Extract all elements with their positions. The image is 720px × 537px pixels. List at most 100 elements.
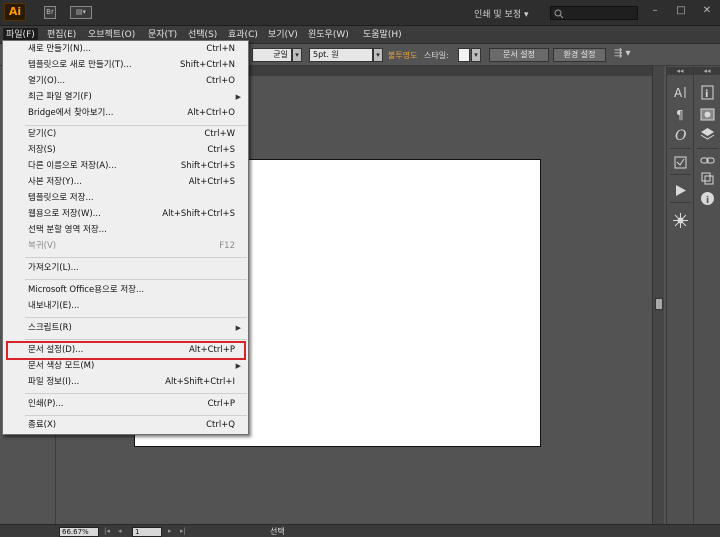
search-input[interactable] — [550, 6, 638, 20]
menu-window[interactable]: 윈도우(W) — [305, 28, 352, 42]
menu-item-save-for-office[interactable]: Microsoft Office용으로 저장... — [4, 283, 247, 298]
first-artboard-icon[interactable]: |◂ — [104, 527, 110, 535]
menu-item-scripts[interactable]: 스크립트(R) ▶ — [4, 321, 247, 336]
workspace-switcher[interactable]: 인쇄 및 보정 ▾ — [474, 7, 529, 20]
item-label: 저장(S) — [28, 145, 56, 155]
panel-dock-right: ◂◂ i i — [693, 66, 720, 524]
menu-item-document-color-mode[interactable]: 문서 색상 모드(M) ▶ — [4, 359, 247, 374]
symbols-icon[interactable] — [672, 212, 689, 229]
item-label: 다른 이름으로 저장(A)... — [28, 161, 117, 171]
document-setup-button[interactable]: 문서 설정 — [489, 48, 549, 62]
brush-select[interactable]: 5pt. 원 — [309, 48, 373, 62]
next-artboard-icon[interactable]: ▸ — [168, 527, 172, 535]
menu-item-print[interactable]: 인쇄(P)... Ctrl+P — [4, 397, 247, 412]
item-shortcut: Ctrl+N — [206, 44, 235, 54]
last-artboard-icon[interactable]: ▸| — [180, 527, 186, 535]
menu-separator — [25, 125, 247, 126]
status-bar: 66.67% |◂ ◂ 1 ▸ ▸| 선택 — [0, 524, 720, 537]
item-label: 복귀(V) — [28, 241, 57, 251]
menu-item-file-info[interactable]: 파일 정보(I)... Alt+Shift+Ctrl+I — [4, 375, 247, 390]
app-logo: Ai — [4, 3, 26, 21]
zoom-value: 66.67% — [62, 528, 89, 536]
stroke-profile-dropdown[interactable]: ▾ — [292, 48, 302, 62]
menu-item-save-for-web[interactable]: 웹용으로 저장(W)... Alt+Shift+Ctrl+S — [4, 207, 247, 222]
character-icon[interactable]: A — [672, 84, 689, 101]
item-label: 스크립트(R) — [28, 323, 72, 333]
item-shortcut: F12 — [219, 241, 235, 251]
menu-item-browse-bridge[interactable]: Bridge에서 찾아보기... Alt+Ctrl+O — [4, 106, 247, 121]
menu-item-revert: 복귀(V) F12 — [4, 239, 247, 254]
brush-dropdown[interactable]: ▾ — [373, 48, 383, 62]
artboard-number-field[interactable]: 1 — [132, 527, 162, 537]
item-label: Bridge에서 찾아보기... — [28, 108, 114, 118]
opacity-label[interactable]: 불투명도 — [388, 50, 417, 61]
stroke-profile-value: 균일 — [273, 50, 288, 59]
style-dropdown[interactable]: ▾ — [471, 48, 481, 62]
search-icon — [554, 9, 564, 19]
menu-item-open-recent[interactable]: 최근 파일 열기(F) ▶ — [4, 90, 247, 105]
item-shortcut: Ctrl+Q — [206, 420, 235, 430]
item-shortcut: Alt+Shift+Ctrl+I — [165, 377, 235, 387]
menu-item-export[interactable]: 내보내기(E)... — [4, 299, 247, 314]
vertical-scrollbar[interactable] — [652, 66, 664, 524]
arrange-documents-icon[interactable]: ▤▾ — [70, 6, 92, 19]
transform-icon[interactable] — [699, 170, 716, 187]
actions-icon[interactable] — [672, 182, 689, 199]
dock-collapse-icon[interactable]: ◂◂ — [667, 67, 693, 75]
image-trace-icon[interactable] — [699, 106, 716, 123]
highlight-annotation-box — [6, 341, 246, 360]
appearance-icon[interactable] — [672, 154, 689, 171]
item-shortcut: Alt+Ctrl+O — [187, 108, 235, 118]
minimize-button[interactable]: – — [648, 4, 662, 18]
info-icon[interactable]: i — [699, 84, 716, 101]
layers-icon[interactable] — [699, 126, 716, 143]
menu-item-save-selected-slices[interactable]: 선택 분할 영역 저장... — [4, 223, 247, 238]
style-swatch[interactable] — [458, 48, 470, 62]
preferences-button[interactable]: 환경 설정 — [553, 48, 606, 62]
menu-item-place[interactable]: 가져오기(L)... — [4, 261, 247, 276]
status-text[interactable]: 선택 — [270, 526, 285, 537]
menu-item-new[interactable]: 새로 만들기(N)... Ctrl+N — [4, 42, 247, 57]
menu-item-exit[interactable]: 종료(X) Ctrl+Q — [4, 418, 247, 433]
title-bar: Ai Br ▤▾ 인쇄 및 보정 ▾ – □ ✕ — [0, 0, 720, 26]
item-shortcut: Ctrl+S — [207, 145, 235, 155]
menu-item-close[interactable]: 닫기(C) Ctrl+W — [4, 127, 247, 142]
document-info-icon[interactable]: i — [699, 190, 716, 207]
arrange-icon[interactable]: ⇶ ▾ — [614, 48, 631, 59]
links-icon[interactable] — [699, 152, 716, 169]
illustrator-window: Ai Br ▤▾ 인쇄 및 보정 ▾ – □ ✕ 파일(F) 편집(E) 오브젝… — [0, 0, 720, 537]
menu-item-new-from-template[interactable]: 템플릿으로 새로 만들기(T)... Shift+Ctrl+N — [4, 58, 247, 73]
scroll-thumb[interactable] — [655, 298, 663, 310]
stroke-profile-select[interactable]: 균일 — [252, 48, 292, 62]
panel-dock-left: ◂◂ A ¶ O — [666, 66, 693, 524]
item-label: 가져오기(L)... — [28, 263, 79, 273]
bridge-icon[interactable]: Br — [44, 6, 56, 19]
workspace-label: 인쇄 및 보정 — [474, 10, 522, 20]
svg-text:i: i — [705, 89, 708, 100]
menu-item-open[interactable]: 열기(O)... Ctrl+O — [4, 74, 247, 89]
menu-item-save-copy[interactable]: 사본 저장(Y)... Alt+Ctrl+S — [4, 175, 247, 190]
opentype-icon[interactable]: O — [672, 126, 689, 144]
menu-item-save-as[interactable]: 다른 이름으로 저장(A)... Shift+Ctrl+S — [4, 159, 247, 174]
menu-help[interactable]: 도움말(H) — [360, 28, 405, 42]
menu-view[interactable]: 보기(V) — [265, 28, 301, 42]
submenu-arrow-icon: ▶ — [235, 362, 241, 370]
paragraph-icon[interactable]: ¶ — [672, 106, 689, 123]
close-button[interactable]: ✕ — [700, 4, 714, 18]
dock-separator — [670, 202, 691, 203]
zoom-field[interactable]: 66.67% — [59, 527, 99, 537]
maximize-button[interactable]: □ — [674, 4, 688, 18]
svg-text:A: A — [674, 86, 683, 100]
prev-artboard-icon[interactable]: ◂ — [118, 527, 122, 535]
submenu-arrow-icon: ▶ — [235, 324, 241, 332]
artboard-number: 1 — [135, 528, 140, 536]
item-shortcut: Alt+Ctrl+S — [188, 177, 235, 187]
menu-item-save[interactable]: 저장(S) Ctrl+S — [4, 143, 247, 158]
item-label: Microsoft Office용으로 저장... — [28, 285, 145, 295]
dock-collapse-icon[interactable]: ◂◂ — [694, 67, 720, 75]
menu-separator — [25, 279, 247, 280]
item-label: 열기(O)... — [28, 76, 66, 86]
item-label: 새로 만들기(N)... — [28, 44, 91, 54]
dock-separator — [670, 174, 691, 175]
menu-item-save-as-template[interactable]: 템플릿으로 저장... — [4, 191, 247, 206]
